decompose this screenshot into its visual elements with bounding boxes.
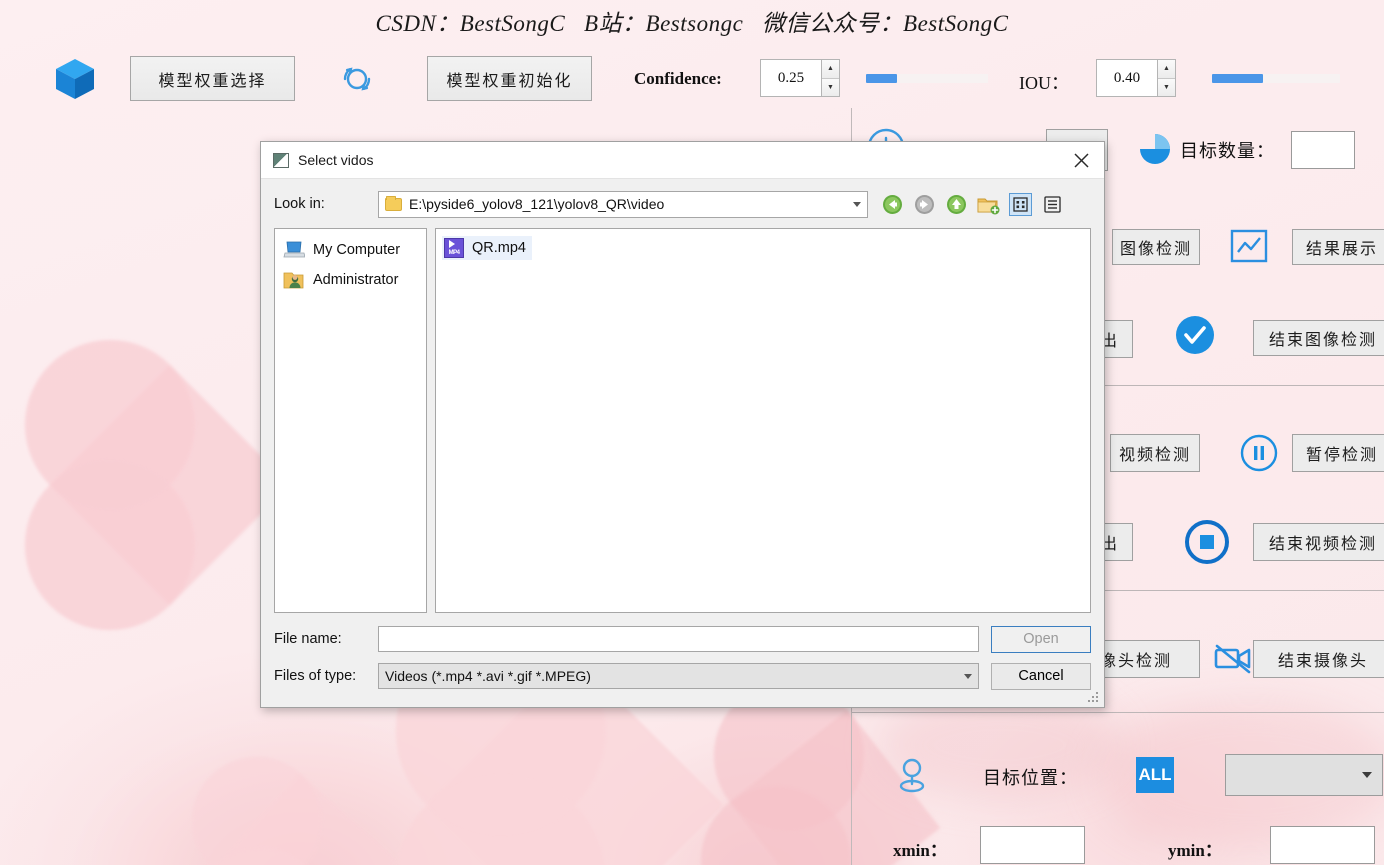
file-name-label: QR.mp4	[472, 240, 526, 256]
target-count-label: 目标数量：	[1180, 141, 1275, 161]
dialog-titlebar[interactable]: Select vidos	[261, 142, 1104, 179]
filename-label: File name:	[274, 631, 342, 647]
camera-off-icon[interactable]	[1212, 640, 1254, 681]
video-detect-button[interactable]: 视频检测	[1110, 434, 1200, 472]
confidence-spin-down[interactable]: ▼	[822, 78, 839, 96]
credits-header: CSDN：BestSongC B站：Bestsongc 微信公众号：BestSo…	[375, 11, 1009, 36]
iou-spin-arrows[interactable]: ▲ ▼	[1157, 60, 1175, 96]
end-image-detect-button[interactable]: 结束图像检测	[1253, 320, 1384, 356]
path-combobox[interactable]: E:\pyside6_yolov8_121\yolov8_QR\video	[378, 190, 868, 218]
cancel-button[interactable]: Cancel	[991, 662, 1091, 690]
xmin-field[interactable]	[980, 826, 1085, 864]
application-window: CSDN：BestSongC B站：Bestsongc 微信公众号：BestSo…	[0, 0, 1384, 865]
sidebar-item-label: My Computer	[313, 242, 401, 258]
filetype-value: Videos (*.mp4 *.avi *.gif *.MPEG)	[385, 668, 591, 684]
sidebar-item-my-computer[interactable]: My Computer	[279, 235, 422, 265]
iou-slider-fill	[1212, 74, 1264, 83]
dialog-file-list[interactable]: MP4 QR.mp4	[435, 228, 1091, 613]
chevron-down-icon[interactable]	[964, 673, 972, 679]
detail-view-icon[interactable]	[1041, 193, 1064, 216]
current-path: E:\pyside6_yolov8_121\yolov8_QR\video	[409, 196, 665, 212]
confidence-slider[interactable]	[866, 74, 988, 83]
panel-divider-row	[852, 712, 1384, 713]
confidence-spin-up[interactable]: ▲	[822, 60, 839, 79]
dialog-sidebar: My Computer Administrator	[274, 228, 427, 613]
ymin-label: ymin：	[1168, 841, 1222, 860]
close-icon[interactable]	[1058, 142, 1104, 178]
confidence-spin-arrows[interactable]: ▲ ▼	[821, 60, 839, 96]
sidebar-item-administrator[interactable]: Administrator	[279, 265, 422, 295]
chevron-down-icon	[1362, 772, 1372, 778]
pause-circle-icon[interactable]	[1240, 434, 1278, 477]
model-weight-init-button[interactable]: 模型权重初始化	[427, 56, 592, 101]
pause-detect-button[interactable]: 暂停检测	[1292, 434, 1384, 472]
filename-input[interactable]	[378, 626, 979, 652]
confidence-label: Confidence:	[634, 69, 722, 88]
dialog-app-icon	[273, 152, 289, 168]
model-weight-select-button[interactable]: 模型权重选择	[130, 56, 295, 101]
line-chart-icon[interactable]	[1230, 229, 1268, 268]
mp4-file-icon: MP4	[444, 238, 464, 258]
iou-spin-down[interactable]: ▼	[1158, 78, 1175, 96]
end-video-detect-button[interactable]: 结束视频检测	[1253, 523, 1384, 561]
filetype-label: Files of type:	[274, 668, 357, 684]
file-dialog: Select vidos Look in: E:\pyside6_yolov8_…	[260, 141, 1105, 708]
confidence-value[interactable]: 0.25	[761, 60, 821, 96]
lookin-label: Look in:	[274, 196, 325, 212]
confidence-slider-fill	[866, 74, 897, 83]
target-position-label: 目标位置：	[983, 768, 1078, 788]
iou-spinbox[interactable]: 0.40 ▲ ▼	[1096, 59, 1176, 97]
cube-icon	[52, 56, 98, 107]
ymin-field[interactable]	[1270, 826, 1375, 864]
all-badge[interactable]: ALL	[1136, 757, 1174, 793]
dialog-nav-toolbar	[881, 192, 1064, 216]
filetype-row: Files of type: Videos (*.mp4 *.avi *.gif…	[274, 662, 1091, 690]
stop-circle-icon[interactable]	[1184, 519, 1230, 570]
check-circle-icon[interactable]	[1175, 315, 1215, 360]
location-pin-icon	[894, 755, 930, 802]
dialog-panes: My Computer Administrator MP4 QR.mp4	[274, 228, 1091, 613]
list-view-icon[interactable]	[1009, 192, 1032, 216]
folder-icon	[385, 195, 402, 211]
result-show-button[interactable]: 结果展示	[1292, 229, 1384, 265]
confidence-spinbox[interactable]: 0.25 ▲ ▼	[760, 59, 840, 97]
open-button[interactable]: Open	[991, 625, 1091, 653]
target-count-field[interactable]	[1291, 131, 1355, 169]
dialog-body: Look in: E:\pyside6_yolov8_121\yolov8_QR…	[261, 179, 1104, 690]
image-detect-button[interactable]: 图像检测	[1112, 229, 1200, 265]
up-arrow-icon[interactable]	[945, 193, 968, 216]
refresh-icon[interactable]	[333, 55, 381, 108]
chevron-down-icon[interactable]	[853, 201, 861, 207]
filename-row: File name: Open	[274, 625, 1091, 653]
target-select-dropdown[interactable]	[1225, 754, 1383, 796]
resize-grip[interactable]	[1088, 692, 1100, 704]
user-folder-icon	[283, 270, 305, 290]
iou-slider[interactable]	[1212, 74, 1340, 83]
lookin-row: Look in: E:\pyside6_yolov8_121\yolov8_QR…	[274, 190, 1091, 218]
iou-label: IOU：	[1019, 73, 1069, 93]
camera-detect-button[interactable]: 像头检测	[1097, 640, 1200, 678]
iou-value[interactable]: 0.40	[1097, 60, 1157, 96]
forward-arrow-icon[interactable]	[913, 193, 936, 216]
dialog-footer: File name: Open Files of type: Videos (*…	[274, 625, 1091, 690]
back-arrow-icon[interactable]	[881, 193, 904, 216]
iou-spin-up[interactable]: ▲	[1158, 60, 1175, 79]
dialog-title: Select vidos	[298, 152, 374, 168]
xmin-label: xmin：	[893, 841, 947, 860]
end-camera-button[interactable]: 结束摄像头	[1253, 640, 1384, 678]
list-item[interactable]: MP4 QR.mp4	[442, 236, 532, 260]
filetype-combobox[interactable]: Videos (*.mp4 *.avi *.gif *.MPEG)	[378, 663, 979, 689]
pie-chart-icon	[1137, 131, 1173, 172]
computer-icon	[283, 240, 306, 260]
new-folder-icon[interactable]	[977, 193, 1000, 216]
sidebar-item-label: Administrator	[313, 272, 399, 288]
